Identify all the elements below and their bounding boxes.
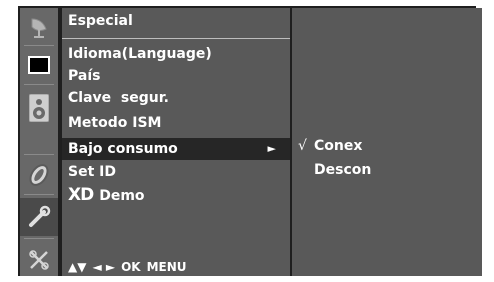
- menu-hint: MENU: [146, 260, 187, 274]
- menu-item-label: Bajo consumo: [68, 141, 178, 157]
- menu-item-country[interactable]: País: [62, 65, 290, 87]
- sidebar-divider: [24, 238, 54, 239]
- checkmark-icon: √: [298, 138, 307, 154]
- sidebar-divider: [24, 45, 54, 46]
- menu-item-low-power[interactable]: Bajo consumo ►: [62, 138, 290, 160]
- up-down-arrows-icon: ▲▼: [68, 260, 87, 274]
- sidebar-divider: [24, 194, 54, 195]
- ok-hint: OK: [121, 260, 141, 274]
- sidebar: [20, 8, 58, 276]
- menu-item-label: País: [68, 68, 101, 84]
- menu-item-lock-key[interactable]: Clave segur.: [62, 87, 290, 109]
- xd-logo: XD: [68, 185, 94, 205]
- menu-item-label: Clave segur.: [68, 90, 169, 106]
- submenu-arrow-icon: ►: [267, 142, 276, 155]
- left-right-arrows-icon: ◄ ►: [92, 260, 116, 274]
- menu-title-divider: [62, 38, 290, 39]
- satellite-dish-icon[interactable]: [20, 10, 58, 44]
- menu-title: Especial: [68, 13, 133, 29]
- menu-item-label: Set ID: [68, 164, 116, 180]
- menu-item-label: Idioma(Language): [68, 46, 212, 62]
- menu-item-demo[interactable]: XD Demo: [62, 184, 290, 206]
- menu-item-language[interactable]: Idioma(Language): [62, 43, 290, 65]
- option-off[interactable]: Descon: [298, 162, 371, 178]
- low-power-submenu: √ Conex Descon: [292, 8, 482, 276]
- wrench-icon[interactable]: [20, 198, 58, 236]
- option-icon[interactable]: [20, 244, 58, 276]
- sidebar-divider: [24, 84, 54, 85]
- special-menu-panel: Especial Idioma(Language) País Clave seg…: [62, 8, 290, 276]
- option-label: Descon: [314, 162, 372, 178]
- time-icon[interactable]: [20, 158, 58, 192]
- menu-item-label: Metodo ISM: [68, 115, 162, 131]
- navigation-hint: ▲▼ ◄ ► OK MENU: [68, 260, 193, 274]
- option-on[interactable]: √ Conex: [298, 138, 362, 154]
- screen-icon[interactable]: [20, 48, 58, 82]
- speaker-icon[interactable]: [20, 88, 58, 128]
- menu-item-set-id[interactable]: Set ID: [62, 161, 290, 183]
- menu-item-ism-method[interactable]: Metodo ISM: [62, 112, 290, 134]
- option-label: Conex: [314, 138, 363, 154]
- menu-item-label: Demo: [99, 188, 145, 204]
- sidebar-divider: [24, 154, 54, 155]
